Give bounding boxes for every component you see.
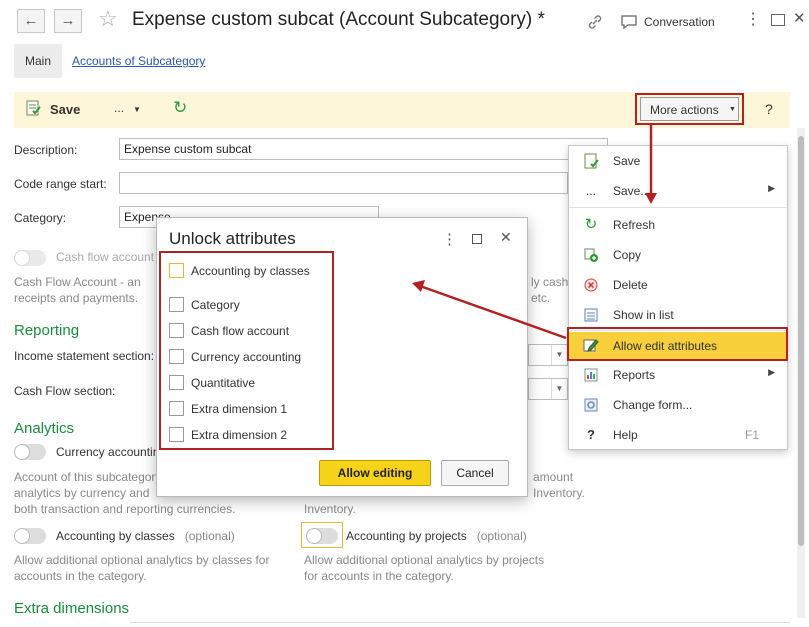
annotation-arrows [412,125,657,340]
